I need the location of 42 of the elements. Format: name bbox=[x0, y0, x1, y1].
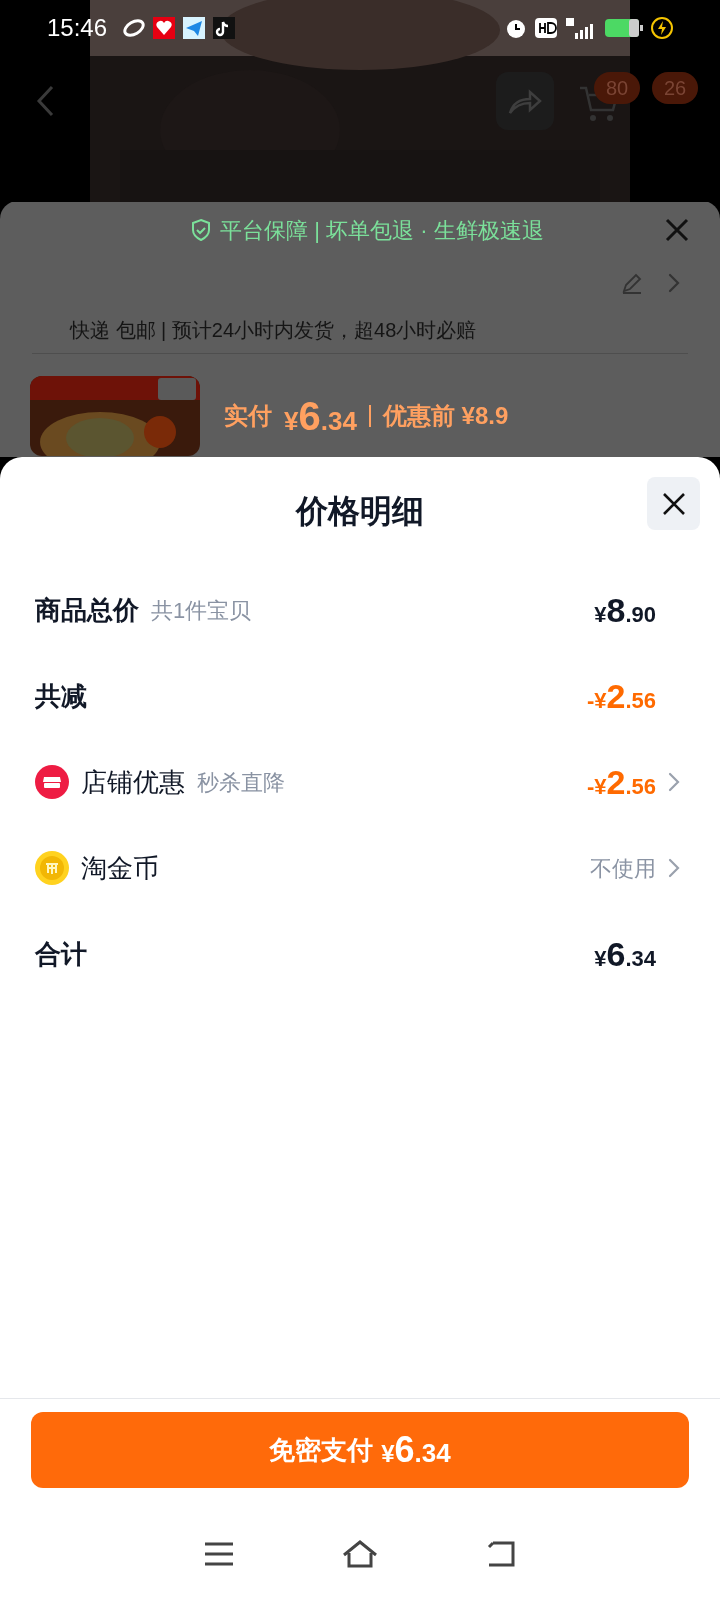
paper-plane-icon bbox=[183, 17, 206, 39]
shipping-text: 快递 包邮 | 预计24小时内发货，超48小时必赔 bbox=[70, 318, 477, 343]
chevron-right-icon bbox=[668, 772, 680, 792]
shield-check-icon bbox=[190, 218, 213, 242]
row-note: 秒杀直降 bbox=[197, 768, 285, 797]
coin-icon bbox=[35, 851, 69, 885]
row-note: 共1件宝贝 bbox=[151, 596, 252, 625]
status-time: 15:46 bbox=[47, 13, 108, 43]
row-amount: -¥2.56 bbox=[586, 761, 656, 803]
edit-icon[interactable] bbox=[620, 271, 644, 295]
close-icon bbox=[661, 491, 686, 516]
paid-price: ¥6.34 bbox=[284, 393, 357, 440]
row-label: 店铺优惠 bbox=[81, 765, 185, 799]
row-amount: ¥6.34 bbox=[594, 933, 656, 975]
original-price: 优惠前 ¥8.9 bbox=[382, 401, 509, 431]
pay-button[interactable]: 免密支付 ¥6.34 bbox=[31, 1412, 689, 1488]
menu-icon[interactable] bbox=[203, 1541, 235, 1567]
row-amount: ¥8.90 bbox=[594, 589, 656, 631]
alarm-icon bbox=[505, 17, 527, 39]
sheet-title: 价格明细 bbox=[296, 492, 424, 531]
row-label: 共减 bbox=[35, 679, 87, 713]
share-button[interactable] bbox=[496, 72, 554, 130]
row-value: 不使用 bbox=[590, 854, 656, 883]
store-icon bbox=[35, 765, 69, 799]
row-amount: -¥2.56 bbox=[586, 675, 656, 717]
paid-label: 实付 bbox=[224, 401, 272, 431]
back-icon[interactable] bbox=[485, 1540, 517, 1568]
close-icon[interactable] bbox=[664, 217, 690, 243]
row-label: 商品总价 bbox=[35, 593, 139, 627]
battery-icon bbox=[605, 18, 643, 38]
app-notification-icon bbox=[123, 17, 146, 39]
chevron-right-icon bbox=[668, 273, 680, 293]
row-label: 合计 bbox=[35, 937, 87, 971]
chevron-right-icon bbox=[668, 858, 680, 878]
hd-icon bbox=[535, 18, 557, 38]
home-icon[interactable] bbox=[341, 1539, 379, 1569]
music-note-icon bbox=[213, 17, 236, 39]
charging-icon bbox=[651, 17, 673, 39]
close-button[interactable] bbox=[647, 477, 700, 530]
row-label: 淘金币 bbox=[81, 851, 159, 885]
app-notification-icon bbox=[153, 17, 176, 39]
guarantee-text: 平台保障 | 坏单包退 · 生鲜极速退 bbox=[220, 216, 544, 245]
